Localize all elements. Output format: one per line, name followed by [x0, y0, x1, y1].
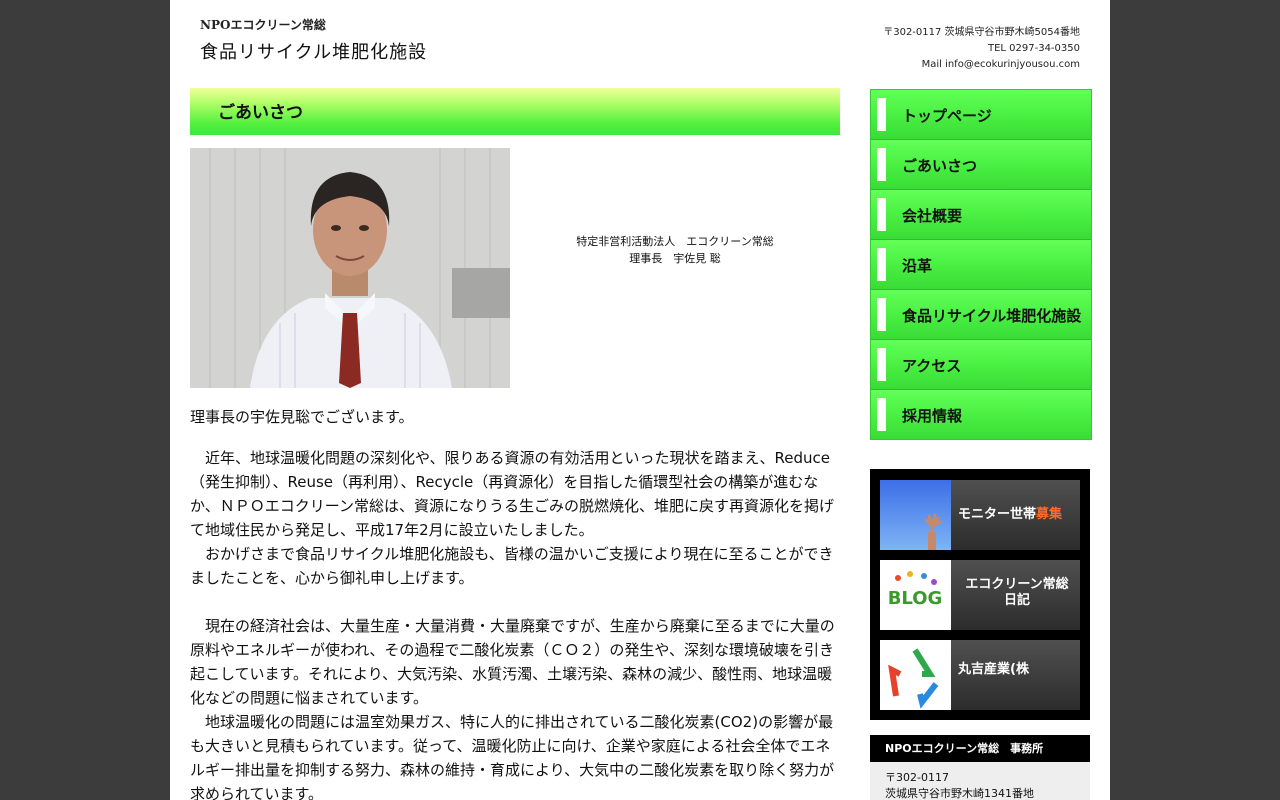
main-content: ごあいさつ 特定非営利活動法人 エコクリーン常総 理事長 宇佐見 聡 理事長の宇… — [190, 88, 840, 800]
nav-item-label: 会社概要 — [902, 207, 963, 225]
contact-block: 〒302-0117 茨城県守谷市野木崎5054番地 TEL 0297-34-03… — [883, 25, 1080, 73]
monitor-label: モニター世帯 — [958, 507, 1037, 522]
nav-item-label: アクセス — [902, 357, 962, 375]
caption-chairman: 理事長 宇佐見 聡 — [629, 252, 721, 265]
nav-item-label: 食品リサイクル堆肥化施設 — [902, 307, 1082, 325]
nav-marker — [877, 248, 886, 281]
maruyoshi-text: 丸吉産業(株 — [958, 662, 1029, 677]
paragraph: 地球温暖化の問題には温室効果ガス、特に人的に排出されている二酸化炭素(CO2)の… — [190, 713, 835, 800]
nav-marker — [877, 198, 886, 231]
office-postal: 〒302-0117 — [885, 771, 949, 784]
blog-banner[interactable]: BLOG エコクリーン常総 日記 — [880, 560, 1080, 630]
greeting-intro: 理事長の宇佐見聡でございます。 — [190, 408, 414, 426]
nav-item-top-page[interactable]: トップページ — [871, 90, 1091, 140]
site-title[interactable]: 食品リサイクル堆肥化施設 — [200, 38, 427, 64]
blog-line-1: エコクリーン常総 — [965, 577, 1069, 592]
nav-item-label: ごあいさつ — [902, 157, 978, 175]
nav-item-history[interactable]: 沿革 — [871, 240, 1091, 290]
nav-marker — [877, 348, 886, 381]
recruit-highlight: 募集 — [1036, 507, 1063, 522]
office-title: NPOエコクリーン常総 事務所 — [885, 742, 1044, 755]
banner-panel: モニター世帯募集 BLOG エコクリーン常総 日記 丸吉産業(株 — [870, 469, 1090, 720]
side-navigation: トップページ ごあいさつ 会社概要 沿革 食品リサイクル堆肥化施設 アクセス 採… — [870, 89, 1092, 440]
greeting-body: 近年、地球温暖化問題の深刻化や、限りある資源の有効活用といった現状を踏まえ、Re… — [190, 446, 840, 800]
nav-item-label: トップページ — [902, 107, 992, 125]
nav-item-label: 採用情報 — [902, 407, 963, 425]
nav-item-greeting[interactable]: ごあいさつ — [871, 140, 1091, 190]
page-container: NPOエコクリーン常総 食品リサイクル堆肥化施設 〒302-0117 茨城県守谷… — [170, 0, 1110, 800]
greeting-photo-row: 特定非営利活動法人 エコクリーン常総 理事長 宇佐見 聡 — [190, 148, 840, 388]
chairman-photo — [190, 148, 510, 388]
contact-address: 〒302-0117 茨城県守谷市野木崎5054番地 — [883, 27, 1080, 38]
office-address: 茨城県守谷市野木崎1341番地 — [885, 787, 1034, 800]
caption-organization: 特定非営利活動法人 エコクリーン常総 — [576, 235, 774, 248]
contact-mail[interactable]: Mail info@ecokurinjyousou.com — [883, 57, 1080, 73]
maruyoshi-banner[interactable]: 丸吉産業(株 — [880, 640, 1080, 710]
contact-tel: TEL 0297-34-0350 — [987, 43, 1080, 54]
monitor-recruitment-banner[interactable]: モニター世帯募集 — [880, 480, 1080, 550]
nav-marker — [877, 298, 886, 331]
nav-item-recruitment[interactable]: 採用情報 — [871, 390, 1091, 439]
photo-caption: 特定非営利活動法人 エコクリーン常総 理事長 宇佐見 聡 — [530, 233, 820, 267]
blog-banner-text: エコクリーン常総 日記 — [958, 577, 1076, 609]
nav-item-company-overview[interactable]: 会社概要 — [871, 190, 1091, 240]
blog-icon: BLOG — [880, 560, 951, 630]
blog-line-2: 日記 — [1003, 593, 1030, 608]
nav-marker — [877, 398, 886, 431]
nav-marker — [877, 148, 886, 181]
paragraph: 現在の経済社会は、大量生産・大量消費・大量廃棄ですが、生産から廃棄に至るまでに大… — [190, 617, 835, 707]
paragraph: 近年、地球温暖化問題の深刻化や、限りある資源の有効活用といった現状を踏まえ、Re… — [190, 449, 834, 539]
nav-marker — [877, 98, 886, 131]
paragraph: おかげさまで食品リサイクル堆肥化施設も、皆様の温かいご支援により現在に至ることが… — [190, 545, 834, 587]
raised-hand-icon — [880, 480, 951, 550]
section-heading: ごあいさつ — [190, 88, 840, 135]
recycle-icon — [880, 640, 951, 710]
monitor-recruitment-text: モニター世帯募集 — [958, 503, 1076, 522]
blog-thumb-text: BLOG — [888, 588, 943, 609]
nav-item-recycling-facility[interactable]: 食品リサイクル堆肥化施設 — [871, 290, 1091, 340]
office-heading: NPOエコクリーン常総 事務所 — [870, 735, 1090, 762]
site-org-name: NPOエコクリーン常総 — [200, 18, 326, 32]
nav-item-access[interactable]: アクセス — [871, 340, 1091, 390]
nav-item-label: 沿革 — [902, 257, 933, 275]
office-details: 〒302-0117 茨城県守谷市野木崎1341番地 — [870, 762, 1090, 800]
